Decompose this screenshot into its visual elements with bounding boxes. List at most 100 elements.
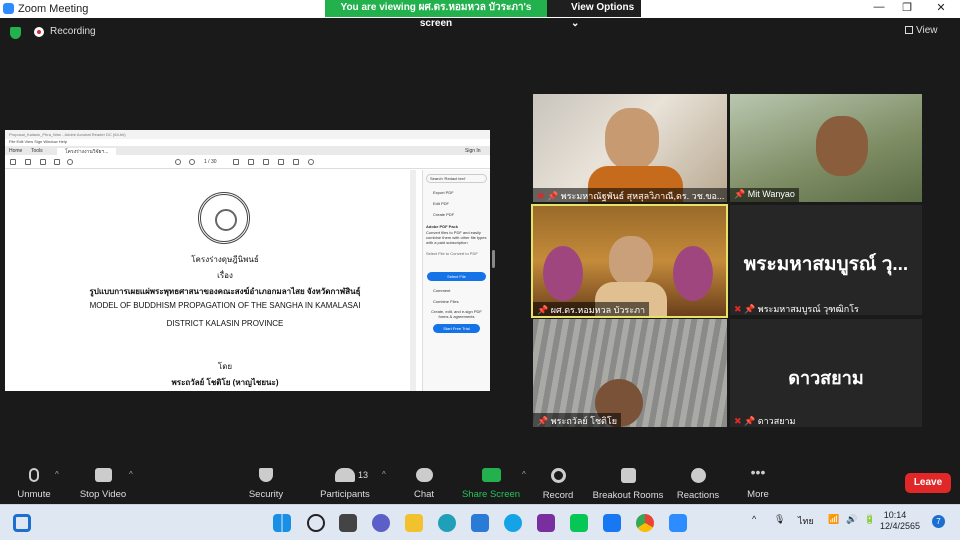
participant-big-name: ดาวสยาม [788,368,864,388]
doc-line: โดย [217,362,233,371]
teams-chat-icon[interactable] [372,514,390,532]
video-tile[interactable]: 📌 Mit Wanyao [730,94,922,202]
doc-line: รูปแบบการเผยแผ่พระพุทธศาสนาของคณะสงฆ์อำเ… [89,287,361,296]
pin-icon: 📌 [547,191,561,201]
skype-icon[interactable] [504,514,522,532]
search-icon[interactable] [307,514,325,532]
desktop-widget-icon[interactable] [13,514,31,532]
video-tile-no-video[interactable]: ดาวสยาม ✖ 📌 ดาวสยาม [730,319,922,427]
stop-video-button[interactable]: Stop Video [63,458,143,500]
file-explorer-icon[interactable] [405,514,423,532]
tool-item: Edit PDF [433,201,450,206]
tab-home: Home [9,148,23,154]
upload-icon [40,159,46,165]
stamp-tool-icon [278,159,284,165]
view-button[interactable]: View [905,25,938,36]
print-icon [54,159,60,165]
grid-view-icon [905,26,913,34]
delete-icon [293,159,299,165]
facebook-icon[interactable] [603,514,621,532]
view-options-label: View Options [571,2,635,13]
mail-icon[interactable] [471,514,489,532]
more-button[interactable]: ••• More [718,458,798,500]
battery-icon[interactable]: 🔋 [864,514,875,525]
pin-icon: 📌 [744,416,758,426]
pin-icon: 📌 [537,416,551,426]
clock-date: 12/4/2565 [880,521,921,531]
minimize-button[interactable]: — [868,1,890,17]
pack-title: Adobe PDF Pack [426,224,459,229]
more-dots-icon: ••• [750,464,766,480]
security-button[interactable]: Security [226,458,306,500]
shared-menu-bar: File Edit View Sign Window Help [5,139,490,146]
audio-options-caret[interactable]: ^ [55,470,59,479]
participant-name: 📌 พระถวัลย์ โชติโย [533,413,622,427]
view-options-button[interactable]: View Options ⌄ [547,0,641,29]
microphone-icon[interactable]: 🎙 [774,514,785,525]
tab-tools: Tools [31,148,43,154]
participant-name-label: ผศ.ดร.หอมหวล บัวระภา [550,305,646,315]
viewing-banner: You are viewing ผศ.ดร.หอมหวล บัวระภา's s… [325,0,547,29]
video-tile-active-speaker[interactable]: 📌 ผศ.ดร.หอมหวล บัวระภา [531,204,728,318]
muted-mic-icon: ✖ [734,416,745,426]
participant-face [609,236,653,286]
zoom-app-icon[interactable] [669,514,687,532]
task-view-icon[interactable] [339,514,357,532]
zoom-search-icon [67,159,73,165]
shared-tab-bar: Home Tools โครงร่างงานวิจัยฯ... Sign In [5,146,490,156]
leave-button[interactable]: Leave [905,473,951,493]
notification-badge[interactable]: 7 [932,515,945,528]
participant-face [605,108,659,170]
participant-name: 📌 Mit Wanyao [730,188,799,202]
comment-tool-icon [248,159,254,165]
doc-line: เรื่อง [217,271,233,280]
security-label: Security [248,489,284,500]
maximize-button[interactable]: ❐ [896,1,918,17]
windows-start-icon[interactable] [273,514,291,532]
video-tile-no-video[interactable]: พระมหาสมบูรณ์ วุ... ✖ 📌 พระมหาสมบูรณ์ วุ… [730,205,922,315]
recording-label: Recording [50,26,96,37]
input-language[interactable]: ไทย [798,514,814,528]
chevron-down-icon: ⌄ [571,18,580,29]
select-tool-icon [233,159,239,165]
video-tile[interactable]: 📌 พระถวัลย์ โชติโย [533,319,727,427]
participants-icon [335,468,355,482]
pen-tool-icon [263,159,269,165]
onenote-icon[interactable] [537,514,555,532]
chevron-up-icon[interactable]: ^ [752,514,756,524]
line-app-icon[interactable] [570,514,588,532]
participant-face [816,116,868,176]
wifi-icon[interactable]: 📶 [828,514,839,525]
university-seal-icon [198,192,250,244]
video-options-caret[interactable]: ^ [129,470,133,479]
tool-item: Export PDF [433,190,454,195]
breakout-rooms-icon [620,468,636,483]
video-tile[interactable]: ✖ 📌 พระมหาณัฐพันธ์ สุหสุลวิภาณี,ดร. วช.ข… [533,94,727,202]
rotate-icon [308,159,314,165]
participant-name: ✖ 📌 พระมหาสมบูรณ์ วุฑฒิกโร [730,301,863,315]
participant-big-name: พระมหาสมบูรณ์ วุ... [743,254,909,275]
security-shield-icon[interactable] [10,27,21,39]
record-button[interactable]: Record [518,458,598,501]
breakout-rooms-button[interactable]: Breakout Rooms [588,458,668,501]
edge-browser-icon[interactable] [438,514,456,532]
splitter-handle[interactable] [492,250,495,268]
shared-toolbar: 1 / 30 [5,155,490,169]
flower-decoration [543,246,583,301]
clock[interactable]: 10:14 12/4/2565 [880,510,920,532]
pack-text: Convert files to PDF and easily combine … [426,230,487,245]
promo-text: Create, edit, and e-sign PDF forms & agr… [431,309,482,319]
close-button[interactable]: ✕ [930,1,952,17]
muted-mic-icon: ✖ [537,191,548,201]
star-icon [25,159,31,165]
chrome-browser-icon[interactable] [636,514,654,532]
speaker-icon[interactable]: 🔊 [846,514,857,525]
sign-in-link: Sign In [465,148,481,154]
participant-name-label: Mit Wanyao [747,189,795,199]
participants-button[interactable]: Participants [305,458,385,500]
security-shield-icon [259,468,273,482]
participant-name: ✖ 📌 ดาวสยาม [730,413,799,427]
record-icon [550,468,566,483]
muted-microphone-icon [29,468,39,482]
tool-item: Comment [433,288,451,293]
